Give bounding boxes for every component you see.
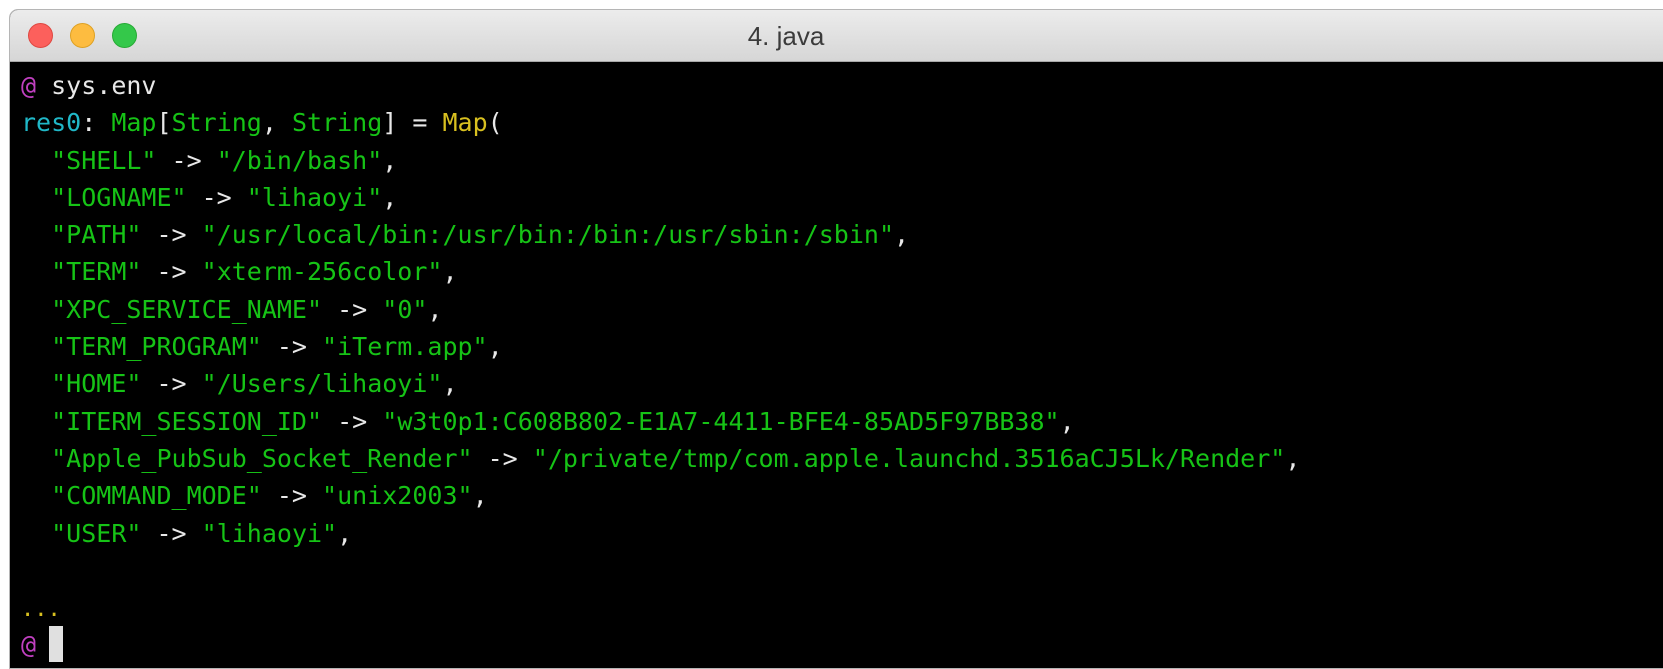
arrow: -> xyxy=(141,369,202,399)
env-entry-line: "SHELL" -> "/bin/bash", xyxy=(21,142,1663,179)
input-line[interactable]: @ xyxy=(21,625,1663,663)
env-entry-line: "TERM" -> "xterm-256color", xyxy=(21,253,1663,290)
env-value: "/usr/local/bin:/usr/bin:/bin:/usr/sbin:… xyxy=(201,220,894,250)
comma: , xyxy=(427,294,443,324)
env-key: "LOGNAME" xyxy=(51,182,187,212)
env-entries: "SHELL" -> "/bin/bash", "LOGNAME" -> "li… xyxy=(21,142,1663,552)
result-type-close: ] xyxy=(382,108,398,138)
env-value: "/bin/bash" xyxy=(216,145,383,175)
env-entry-line: "Apple_PubSub_Socket_Render" -> "/privat… xyxy=(21,440,1663,477)
arrow: -> xyxy=(141,257,202,287)
result-type-arg1: String xyxy=(171,108,262,138)
ellipsis-line: ... xyxy=(21,589,1663,626)
arrow: -> xyxy=(261,332,323,362)
comma: , xyxy=(382,182,398,212)
title-bar[interactable]: 4. java xyxy=(10,10,1663,62)
arrow: -> xyxy=(141,518,202,548)
arrow: -> xyxy=(322,294,383,324)
result-name: res0 xyxy=(21,108,82,138)
env-key: "TERM_PROGRAM" xyxy=(51,332,262,362)
result-equals: = xyxy=(397,108,443,138)
env-value: "0" xyxy=(382,294,428,324)
result-colon: : xyxy=(81,108,112,138)
comma: , xyxy=(1285,443,1301,473)
result-type-sep: , xyxy=(261,108,292,138)
comma: , xyxy=(894,220,910,250)
env-key: "Apple_PubSub_Socket_Render" xyxy=(51,443,473,473)
command-line: @ sys.env xyxy=(21,67,1663,104)
arrow: -> xyxy=(261,481,323,511)
env-key: "SHELL" xyxy=(51,145,157,175)
env-key: "USER" xyxy=(51,518,142,548)
result-type-open: [ xyxy=(156,108,172,138)
env-entry-line: "ITERM_SESSION_ID" -> "w3t0p1:C608B802-E… xyxy=(21,403,1663,440)
env-value: "/Users/lihaoyi" xyxy=(201,369,443,399)
comma: , xyxy=(382,145,398,175)
ellipsis: ... xyxy=(21,597,61,623)
env-key: "COMMAND_MODE" xyxy=(51,481,262,511)
terminal-output[interactable]: @ sys.env res0: Map[String, String] = Ma… xyxy=(10,62,1663,668)
env-entry-line: "PATH" -> "/usr/local/bin:/usr/bin:/bin:… xyxy=(21,216,1663,253)
prompt-symbol: @ xyxy=(21,71,37,100)
result-ctor: Map xyxy=(442,108,488,138)
prompt-symbol-2: @ xyxy=(21,630,37,660)
result-type-outer: Map xyxy=(111,108,157,138)
env-entry-line: "HOME" -> "/Users/lihaoyi", xyxy=(21,365,1663,402)
env-entry-line: "TERM_PROGRAM" -> "iTerm.app", xyxy=(21,328,1663,365)
env-value: "lihaoyi" xyxy=(246,182,383,212)
terminal-window: 4. java @ sys.env res0: Map[String, Stri… xyxy=(9,9,1663,669)
env-entry-line: "XPC_SERVICE_NAME" -> "0", xyxy=(21,291,1663,328)
comma: , xyxy=(337,518,353,548)
comma: , xyxy=(487,332,503,362)
arrow: -> xyxy=(141,220,202,250)
env-value: "xterm-256color" xyxy=(201,257,443,287)
env-value: "/private/tmp/com.apple.launchd.3516aCJ5… xyxy=(532,443,1286,473)
window-title: 4. java xyxy=(747,21,825,51)
command-text: sys.env xyxy=(51,71,157,100)
env-value: "w3t0p1:C608B802-E1A7-4411-BFE4-85AD5F97… xyxy=(382,406,1060,436)
comma: , xyxy=(442,369,458,399)
result-ctor-open: ( xyxy=(487,108,503,138)
arrow: -> xyxy=(156,145,217,175)
env-value: "unix2003" xyxy=(322,481,473,511)
env-key: "PATH" xyxy=(51,220,142,250)
comma: , xyxy=(442,257,458,287)
env-value: "lihaoyi" xyxy=(201,518,338,548)
env-value: "iTerm.app" xyxy=(322,332,488,362)
env-key: "HOME" xyxy=(51,369,142,399)
text-cursor xyxy=(49,625,64,662)
env-entry-line: "COMMAND_MODE" -> "unix2003", xyxy=(21,477,1663,514)
arrow: -> xyxy=(322,406,383,436)
env-key: "ITERM_SESSION_ID" xyxy=(51,406,323,436)
env-entry-line: "LOGNAME" -> "lihaoyi", xyxy=(21,179,1663,216)
comma: , xyxy=(472,481,488,511)
env-key: "XPC_SERVICE_NAME" xyxy=(51,294,323,324)
env-entry-line: "USER" -> "lihaoyi", xyxy=(21,515,1663,552)
result-header: res0: Map[String, String] = Map( xyxy=(21,104,1663,141)
comma: , xyxy=(1059,406,1075,436)
arrow: -> xyxy=(186,182,247,212)
result-type-arg2: String xyxy=(291,108,383,138)
env-key: "TERM" xyxy=(51,257,142,287)
arrow: -> xyxy=(472,443,533,473)
